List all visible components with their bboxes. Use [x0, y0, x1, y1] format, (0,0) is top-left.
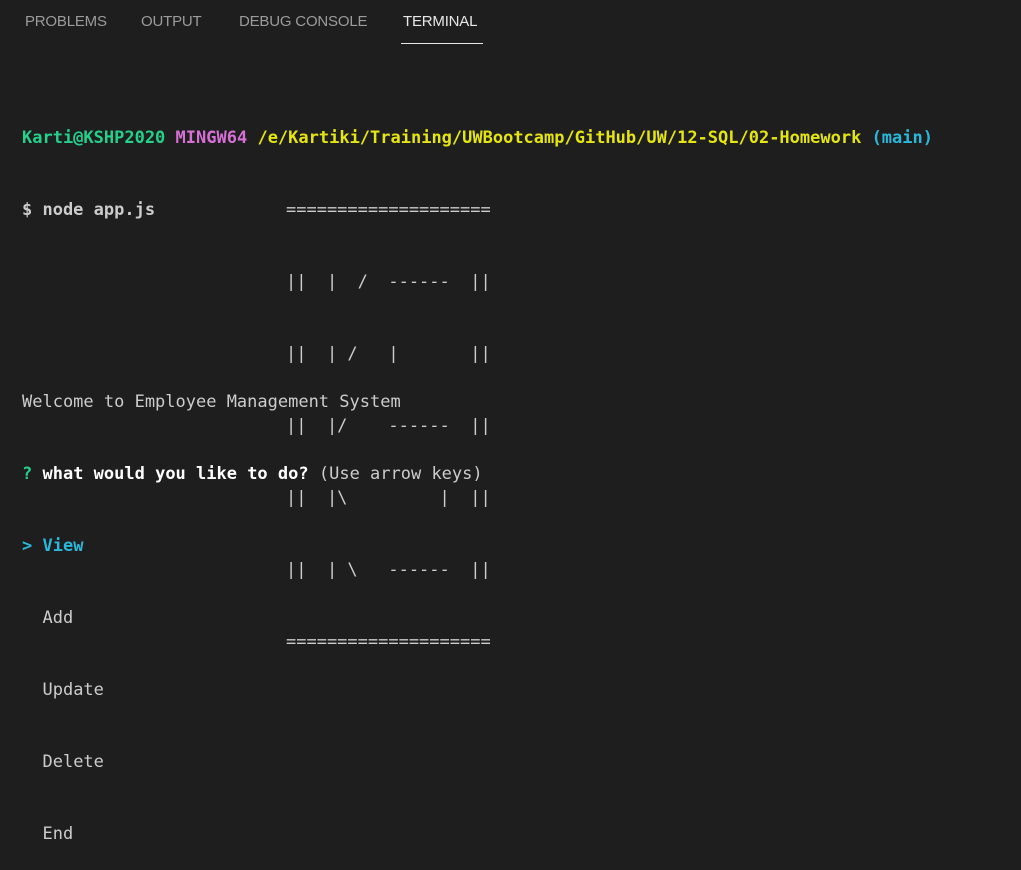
- menu-item-label: End: [42, 824, 74, 844]
- menu-item-update[interactable]: Update: [22, 678, 483, 702]
- menu-item-delete[interactable]: Delete: [22, 750, 483, 774]
- menu-item-label: Update: [42, 680, 104, 700]
- question-text: what would you like to do?: [42, 464, 309, 484]
- question-hint: (Use arrow keys): [318, 464, 483, 484]
- menu-item-label: Delete: [42, 752, 104, 772]
- question-mark-icon: ?: [22, 464, 33, 484]
- prompt-branch: (main): [871, 128, 933, 148]
- question-line: ? what would you like to do? (Use arrow …: [22, 462, 483, 486]
- tab-output[interactable]: OUTPUT: [141, 13, 202, 30]
- menu-item-label: Add: [42, 608, 74, 628]
- panel-tab-bar: PROBLEMS OUTPUT DEBUG CONSOLE TERMINAL: [0, 0, 1021, 46]
- ascii-line: ====================: [286, 200, 491, 220]
- menu-item-add[interactable]: Add: [22, 606, 483, 630]
- welcome-message: Welcome to Employee Management System: [22, 392, 401, 412]
- menu-item-view[interactable]: > View: [22, 534, 483, 558]
- tab-debug-console[interactable]: DEBUG CONSOLE: [239, 13, 367, 30]
- menu-item-end[interactable]: End: [22, 822, 483, 846]
- active-tab-indicator: [401, 43, 483, 44]
- tab-terminal[interactable]: TERMINAL: [403, 13, 477, 30]
- pointer-icon: >: [22, 536, 33, 556]
- prompt-line: Karti@KSHP2020 MINGW64 /e/Kartiki/Traini…: [22, 126, 933, 150]
- ascii-line: || | / ------ ||: [286, 272, 491, 292]
- tab-problems[interactable]: PROBLEMS: [25, 13, 107, 30]
- prompt-env: MINGW64: [175, 128, 248, 148]
- prompt-path: /e/Kartiki/Training/UWBootcamp/GitHub/UW…: [257, 128, 862, 148]
- menu-item-label: View: [42, 536, 84, 556]
- prompt-user-host: Karti@KSHP2020: [22, 128, 166, 148]
- cli-menu: Welcome to Employee Management System ? …: [22, 342, 483, 870]
